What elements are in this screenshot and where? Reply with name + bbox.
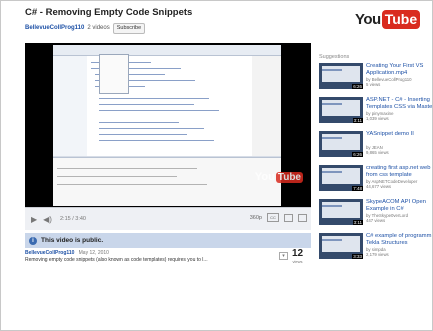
suggestion-title[interactable]: SkypeACOM API Open Example in C# (366, 199, 432, 212)
upload-date: May 12, 2010 (78, 250, 109, 256)
public-notice-bar: i This video is public. (25, 233, 311, 248)
duration-badge: 6:26 (352, 152, 363, 157)
duration-badge: 7:48 (352, 186, 363, 191)
video-title: C# - Removing Empty Code Snippets (25, 7, 193, 18)
video-frame-ide-screenshot (53, 45, 281, 206)
suggestion-item[interactable]: 3:11 ASP.NET - C# - Inserting Templates C… (319, 97, 432, 127)
suggestion-views: 5 views (366, 82, 381, 87)
video-description: Removing empty code snippets (also known… (25, 257, 208, 263)
duration-badge: 3:33 (352, 254, 363, 259)
suggestion-thumbnail[interactable]: 3:11 (319, 199, 363, 225)
logo-tube-text: Tube (381, 9, 421, 29)
suggestion-title[interactable]: C# example of programm Tekla Structures (366, 233, 432, 246)
youtube-logo[interactable]: You Tube (355, 8, 421, 30)
meta-channel-link[interactable]: BellevueCollProg110 (25, 250, 74, 256)
suggestion-title[interactable]: creating first asp.net web from css templ… (366, 165, 432, 178)
suggestion-views: 447 views (366, 218, 386, 223)
suggestion-thumbnail[interactable]: 7:48 (319, 165, 363, 191)
suggestion-thumbnail[interactable]: 3:11 (319, 97, 363, 123)
suggestion-title[interactable]: Creating Your First VS Application.mp4 (366, 63, 432, 76)
suggestion-thumbnail[interactable]: 6:26 (319, 63, 363, 89)
fullscreen-icon[interactable] (298, 213, 307, 222)
suggestion-item[interactable]: 3:11 SkypeACOM API Open Example in C# by … (319, 199, 431, 229)
views-label: views (292, 259, 303, 264)
channel-row: BellevueCollProg110 2 videos Subscribe (25, 22, 146, 34)
suggestion-title[interactable]: YASnippet demo II (366, 131, 432, 138)
video-player[interactable]: You Tube (25, 43, 311, 207)
suggestion-item[interactable]: 6:26 Creating Your First VS Application.m… (319, 63, 431, 93)
watermark-you: You (254, 171, 275, 183)
youtube-watermark: You Tube (255, 171, 303, 183)
view-count: 12 views (292, 248, 304, 265)
info-icon: i (29, 236, 37, 245)
video-count: 2 videos (87, 25, 110, 31)
suggestion-thumbnail[interactable]: 6:26 (319, 131, 363, 157)
subscribe-button[interactable]: Subscribe (112, 22, 146, 34)
suggestion-views: 44,677 views (366, 184, 392, 189)
watermark-tube: Tube (275, 171, 303, 183)
suggestion-title[interactable]: ASP.NET - C# - Inserting Templates CSS vi… (366, 97, 432, 110)
suggestions-header: Suggestions (319, 54, 350, 60)
captions-icon[interactable]: CC (267, 213, 279, 222)
channel-link[interactable]: BellevueCollProg110 (25, 25, 84, 31)
popout-icon[interactable] (284, 213, 293, 222)
play-icon[interactable]: ▶ (31, 215, 37, 224)
suggestion-views: 1,039 views (366, 116, 389, 121)
suggestion-item[interactable]: 6:26 YASnippet demo II by JEAN 9,865 vie… (319, 131, 431, 161)
upload-meta: BellevueCollProg110 May 12, 2010 (25, 250, 109, 256)
views-number: 12 (292, 248, 304, 259)
duration-badge: 6:26 (352, 84, 363, 89)
time-display: 2:15 / 3:40 (59, 216, 86, 222)
expand-description-icon[interactable]: ▾ (279, 252, 288, 260)
suggestion-views: 9,865 views (366, 150, 389, 155)
duration-badge: 3:11 (352, 118, 363, 123)
suggestion-item[interactable]: 3:33 C# example of programm Tekla Structu… (319, 233, 431, 263)
duration-badge: 3:11 (352, 220, 363, 225)
logo-you-text: You (355, 10, 381, 28)
volume-icon[interactable]: ◀) (43, 215, 52, 224)
public-notice-text: This video is public. (41, 237, 104, 244)
quality-button[interactable]: 360p (250, 215, 262, 221)
suggestion-views: 2,179 views (366, 252, 389, 257)
suggestion-thumbnail[interactable]: 3:33 (319, 233, 363, 259)
suggestion-item[interactable]: 7:48 creating first asp.net web from css … (319, 165, 431, 195)
player-controls: ▶ ◀) 2:15 / 3:40 360p CC (25, 207, 311, 230)
